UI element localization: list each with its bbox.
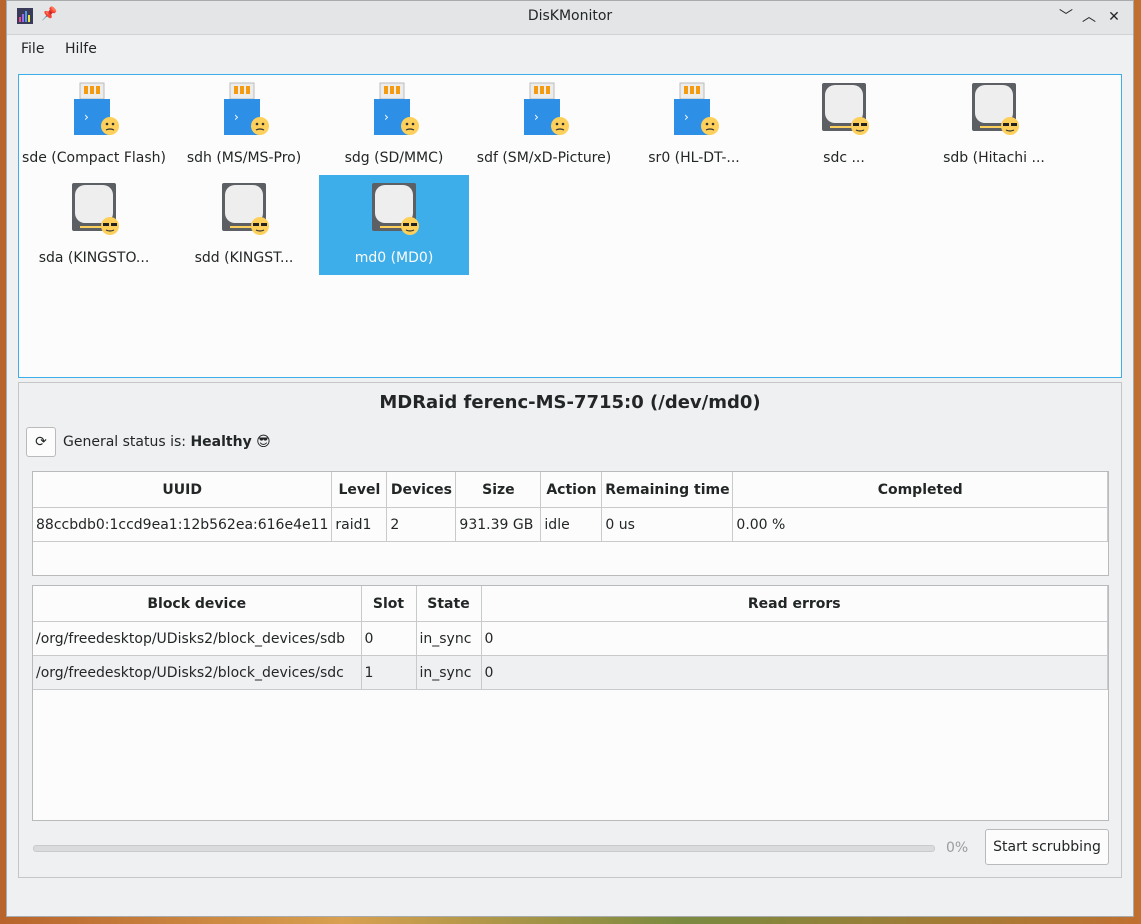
device-item[interactable]: sdb (Hitachi ... (919, 75, 1069, 175)
general-status: General status is: Healthy 😎 (63, 434, 271, 450)
device-item[interactable]: › sde (Compact Flash) (19, 75, 169, 175)
status-prefix: General status is: (63, 434, 186, 450)
table-cell: in_sync (416, 621, 482, 656)
table-cell: 0 (361, 621, 417, 656)
hard-disk-icon (222, 183, 269, 235)
status-emoji-icon: 😎 (256, 434, 271, 450)
device-label: sdg (SD/MMC) (344, 150, 444, 166)
menu-file[interactable]: File (17, 41, 48, 57)
device-item[interactable]: sdd (KINGST... (169, 175, 319, 275)
device-item[interactable]: sda (KINGSTO... (19, 175, 169, 275)
usb-drive-icon: › (524, 82, 569, 135)
menu-help[interactable]: Hilfe (61, 41, 101, 57)
column-header[interactable]: Read errors (481, 586, 1108, 622)
hard-disk-icon (72, 183, 119, 235)
column-header[interactable]: Block device (33, 586, 362, 622)
table-cell: 88ccbdb0:1ccd9ea1:12b562ea:616e4e11 (33, 507, 333, 542)
column-header[interactable]: Slot (361, 586, 417, 622)
device-item[interactable]: sdc ... (769, 75, 919, 175)
device-item[interactable]: › sdg (SD/MMC) (319, 75, 469, 175)
usb-drive-icon: › (74, 82, 119, 135)
column-header[interactable]: UUID (33, 472, 333, 508)
menu-bar: File Hilfe (7, 35, 1133, 65)
device-label: md0 (MD0) (354, 250, 434, 266)
device-label: sde (Compact Flash) (22, 150, 166, 166)
table-cell: idle (540, 507, 603, 542)
window-title: DisKMonitor (527, 8, 613, 24)
device-item[interactable]: › sr0 (HL-DT-... (619, 75, 769, 175)
usb-drive-icon: › (674, 82, 719, 135)
svg-text:›: › (234, 110, 239, 124)
hard-disk-icon (822, 83, 869, 135)
maximize-icon[interactable]: ︿ (1078, 6, 1100, 28)
column-header[interactable]: Remaining time (601, 472, 734, 508)
svg-text:›: › (384, 110, 389, 124)
table-row[interactable]: 88ccbdb0:1ccd9ea1:12b562ea:616e4e11 raid1… (33, 507, 1108, 542)
refresh-button[interactable]: ⟳ (26, 427, 56, 457)
scrub-progress-bar (33, 845, 935, 852)
device-label: sdd (KINGST... (194, 250, 294, 266)
column-header[interactable]: State (416, 586, 482, 622)
device-label: sr0 (HL-DT-... (648, 150, 740, 166)
table-cell: 2 (386, 507, 457, 542)
start-scrubbing-button[interactable]: Start scrubbing (985, 829, 1109, 865)
refresh-icon: ⟳ (35, 434, 47, 450)
column-header[interactable]: Action (540, 472, 603, 508)
device-item[interactable]: › sdh (MS/MS-Pro) (169, 75, 319, 175)
device-label: sda (KINGSTO... (38, 250, 150, 266)
raid-title: MDRaid ferenc-MS-7715:0 (/dev/md0) (379, 392, 761, 413)
svg-text:›: › (684, 110, 689, 124)
svg-text:›: › (534, 110, 539, 124)
device-item[interactable]: › sdf (SM/xD-Picture) (469, 75, 619, 175)
table-cell: in_sync (416, 655, 482, 690)
table-cell: 0 (481, 655, 1108, 690)
table-cell: 0 (481, 621, 1108, 656)
table-row[interactable]: /org/freedesktop/UDisks2/block_devices/s… (33, 621, 1108, 656)
usb-drive-icon: › (224, 82, 269, 135)
column-header[interactable]: Level (331, 472, 388, 508)
table-row[interactable]: /org/freedesktop/UDisks2/block_devices/s… (33, 655, 1108, 690)
minimize-icon[interactable]: ﹀ (1055, 6, 1077, 28)
device-item[interactable]: md0 (MD0) (319, 175, 469, 275)
column-header[interactable]: Completed (732, 472, 1108, 508)
device-label: sdc ... (823, 150, 865, 166)
table-cell: /org/freedesktop/UDisks2/block_devices/s… (33, 621, 362, 656)
table-cell: /org/freedesktop/UDisks2/block_devices/s… (33, 655, 362, 690)
column-header[interactable]: Size (455, 472, 542, 508)
table-cell: 931.39 GB (455, 507, 542, 542)
raid-table: UUID Level Devices Size Action Remaining time… (32, 471, 1109, 576)
svg-text:›: › (84, 110, 89, 124)
table-cell: 1 (361, 655, 417, 690)
block-device-table: Block device Slot State Read errors/org/fre… (32, 585, 1109, 821)
table-cell: 0 us (601, 507, 734, 542)
table-cell: 0.00 % (732, 507, 1108, 542)
app-window: 📌 DisKMonitor ﹀ ︿ ✕ File Hilfe › sde (Com… (6, 0, 1134, 917)
raid-detail-panel: MDRaid ferenc-MS-7715:0 (/dev/md0) ⟳ Gen… (18, 382, 1122, 878)
device-list: › sde (Compact Flash) › sdh (MS/MS-Pro) › sdg… (18, 74, 1122, 378)
scrub-progress-label: 0% (946, 840, 969, 856)
hard-disk-icon (972, 83, 1019, 135)
hard-disk-icon (372, 183, 419, 235)
device-label: sdb (Hitachi ... (943, 150, 1045, 166)
column-header[interactable]: Devices (386, 472, 457, 508)
device-label: sdf (SM/xD-Picture) (476, 150, 612, 166)
close-icon[interactable]: ✕ (1103, 6, 1125, 28)
status-value: Healthy (190, 434, 252, 450)
table-cell: raid1 (331, 507, 388, 542)
usb-drive-icon: › (374, 82, 419, 135)
device-label: sdh (MS/MS-Pro) (186, 150, 302, 166)
title-bar[interactable]: 📌 DisKMonitor ﹀ ︿ ✕ (7, 1, 1133, 35)
